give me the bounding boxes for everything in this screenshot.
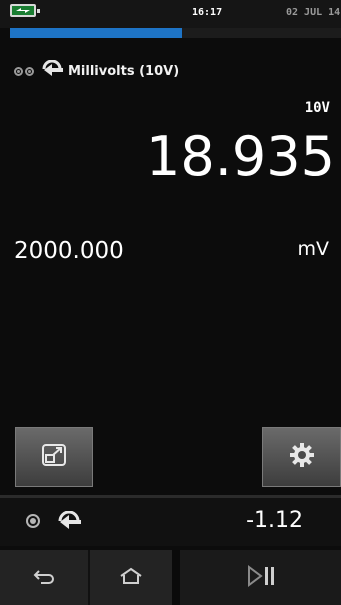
- channel-title: Millivolts (10V): [68, 63, 180, 79]
- setpoint-value[interactable]: 2000.000: [14, 238, 124, 264]
- progress-fill: [10, 28, 183, 38]
- main-reading: 18.935: [146, 125, 335, 188]
- progress-bar: [10, 28, 341, 38]
- settings-button[interactable]: [262, 427, 341, 487]
- clock: 16:17: [192, 7, 223, 18]
- back-icon: [33, 568, 55, 588]
- secondary-channel[interactable]: -1.12: [0, 498, 341, 546]
- source-arrow-icon: [58, 510, 82, 535]
- gear-icon: [288, 441, 316, 473]
- unit-label: mV: [297, 238, 329, 260]
- battery-charging-icon: [10, 4, 40, 17]
- date: 02 JUL 14: [286, 7, 341, 18]
- status-bar: 16:17 02 JUL 14: [0, 0, 341, 28]
- channel-indicator-icon: [26, 514, 40, 528]
- channel-indicator-icon: [14, 66, 23, 76]
- secondary-reading: -1.12: [246, 508, 303, 533]
- range-label: 10V: [304, 100, 330, 116]
- channel-indicator-icon: [25, 66, 34, 76]
- channel-header[interactable]: Millivolts (10V): [14, 59, 334, 82]
- nav-bar: [0, 550, 341, 605]
- nav-separator: [172, 550, 180, 605]
- home-button[interactable]: [90, 550, 172, 605]
- run-button[interactable]: [180, 550, 341, 605]
- expand-button[interactable]: [15, 427, 93, 487]
- source-arrow-icon: [42, 59, 64, 82]
- expand-icon: [41, 443, 67, 471]
- home-icon: [119, 567, 143, 589]
- play-pause-icon: [246, 564, 276, 591]
- back-button[interactable]: [0, 550, 88, 605]
